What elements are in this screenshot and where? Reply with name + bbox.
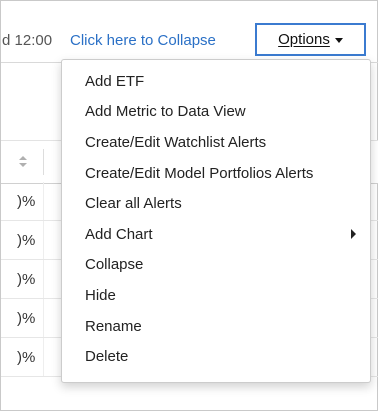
menu-item-watchlist-alerts[interactable]: Create/Edit Watchlist Alerts [62,127,370,158]
row-percent: )% [17,193,36,210]
column-divider [43,149,44,175]
row-percent: )% [17,349,36,366]
menu-item-label: Add Chart [85,225,153,243]
menu-item-clear-alerts[interactable]: Clear all Alerts [62,188,370,219]
menu-item-label: Hide [85,286,116,304]
menu-item-add-etf[interactable]: Add ETF [62,66,370,97]
updated-timestamp: d 12:00 [2,32,53,49]
menu-item-add-chart[interactable]: Add Chart [62,219,370,250]
cell-divider [43,299,44,337]
menu-item-label: Rename [85,317,142,335]
menu-item-label: Collapse [85,256,144,274]
menu-item-label: Clear all Alerts [85,195,182,213]
caret-down-icon [334,38,343,43]
options-button[interactable]: Options [255,23,366,56]
menu-item-add-metric[interactable]: Add Metric to Data View [62,97,370,128]
options-dropdown-menu: Add ETF Add Metric to Data View Create/E… [61,59,371,383]
menu-item-collapse[interactable]: Collapse [62,250,370,281]
widget-panel: d 12:00 Click here to Collapse Options )… [0,0,378,411]
sort-icon[interactable] [19,156,27,168]
menu-item-model-portfolio-alerts[interactable]: Create/Edit Model Portfolios Alerts [62,158,370,189]
menu-item-label: Create/Edit Model Portfolios Alerts [85,164,314,182]
cell-divider [43,260,44,298]
menu-item-hide[interactable]: Hide [62,280,370,311]
menu-item-label: Add Metric to Data View [85,103,246,121]
cell-divider [43,182,44,220]
menu-item-label: Create/Edit Watchlist Alerts [85,133,267,151]
menu-item-label: Delete [85,348,129,366]
collapse-link[interactable]: Click here to Collapse [70,32,216,49]
menu-item-label: Add ETF [85,72,145,90]
cell-divider [43,338,44,376]
row-percent: )% [17,310,36,327]
chevron-right-icon [351,229,356,240]
options-button-label: Options [278,31,330,48]
panel-header: d 12:00 Click here to Collapse Options [1,1,378,61]
row-percent: )% [17,232,36,249]
cell-divider [43,221,44,259]
menu-item-rename[interactable]: Rename [62,311,370,342]
menu-item-delete[interactable]: Delete [62,341,370,372]
row-percent: )% [17,271,36,288]
